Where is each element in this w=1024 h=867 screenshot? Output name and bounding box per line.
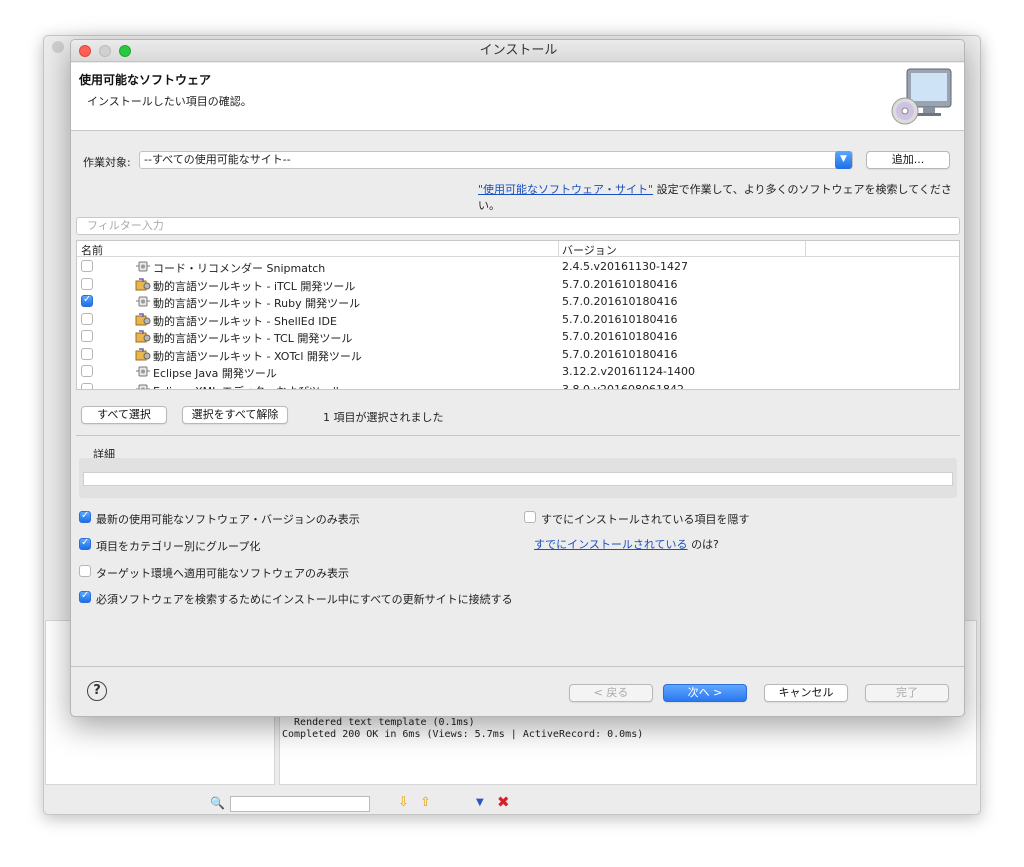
table-header: 名前 バージョン	[77, 241, 959, 258]
arrow-down-icon[interactable]: ⇩	[398, 795, 409, 810]
available-sites-link[interactable]: "使用可能なソフトウェア・サイト"	[478, 183, 653, 196]
bg-search-input[interactable]	[230, 796, 370, 812]
details-text	[83, 472, 953, 486]
row-checkbox[interactable]	[81, 312, 93, 325]
install-computer-icon	[891, 68, 952, 125]
hide-installed-label: すでにインストールされている項目を隠す	[541, 513, 750, 526]
already-installed-link[interactable]: すでにインストールされている	[534, 538, 688, 551]
row-checkbox[interactable]	[81, 260, 93, 272]
latest-only-checkbox[interactable]	[79, 510, 91, 523]
feature-plug-icon	[136, 296, 150, 307]
contact-sites-label: 必須ソフトウェアを検索するためにインストール中にすべての更新サイトに接続する	[96, 593, 513, 606]
row-checkbox[interactable]	[81, 365, 93, 377]
row-checkbox[interactable]	[81, 382, 93, 389]
row-name: 動的言語ツールキット - iTCL 開発ツール	[153, 279, 356, 293]
row-name: 動的言語ツールキット - Ruby 開発ツール	[153, 297, 361, 310]
banner-title: 使用可能なソフトウェア	[79, 73, 212, 87]
software-table[interactable]: 名前 バージョン コード・リコメンダー Snipmatch 2.4.5.v2016…	[76, 240, 960, 390]
selection-status: 1 項目が選択されました	[323, 411, 444, 424]
target-env-checkbox[interactable]	[79, 565, 91, 577]
close-button[interactable]	[79, 45, 91, 57]
feature-package-icon	[135, 347, 151, 360]
help-icon[interactable]: ?	[87, 681, 107, 701]
row-name: コード・リコメンダー Snipmatch	[153, 262, 326, 275]
zoom-button[interactable]	[119, 45, 131, 57]
contact-sites-checkbox[interactable]	[79, 590, 91, 603]
search-icon: 🔍	[210, 796, 225, 810]
work-with-value: --すべての使用可能なサイト--	[144, 153, 291, 166]
row-name: Eclipse XML エディターおよびツール	[153, 383, 342, 390]
installed-question: すでにインストールされている のは?	[534, 536, 719, 552]
feature-package-icon	[135, 277, 151, 290]
row-version: 5.7.0.201610180416	[562, 347, 678, 361]
banner-subtitle: インストールしたい項目の確認。	[87, 95, 252, 108]
feature-plug-icon	[136, 384, 150, 389]
row-checkbox[interactable]	[81, 277, 93, 290]
table-row[interactable]: Eclipse XML エディターおよびツール 3.8.0.v2016080618…	[77, 381, 959, 390]
finish-button[interactable]: 完了	[865, 684, 949, 702]
group-category-label: 項目をカテゴリー別にグループ化	[96, 540, 261, 553]
row-checkbox[interactable]	[81, 294, 93, 307]
divider	[76, 435, 960, 436]
row-version: 3.12.2.v20161124-1400	[562, 365, 695, 378]
column-name-header[interactable]: 名前	[81, 242, 103, 258]
row-version: 2.4.5.v20161130-1427	[562, 260, 688, 273]
table-row[interactable]: Eclipse Java 開発ツール 3.12.2.v20161124-1400	[77, 363, 959, 381]
latest-only-label: 最新の使用可能なソフトウェア・バージョンのみ表示	[96, 513, 360, 526]
row-name: 動的言語ツールキット - ShellEd IDE	[153, 314, 337, 328]
feature-plug-icon	[136, 261, 150, 272]
table-row[interactable]: 動的言語ツールキット - iTCL 開発ツール 5.7.0.20161018041…	[77, 276, 959, 294]
work-with-label: 作業対象:	[83, 156, 131, 169]
row-name: 動的言語ツールキット - XOTcl 開発ツール	[153, 349, 362, 363]
clear-icon[interactable]: ✖	[497, 793, 510, 811]
installed-suffix: のは?	[691, 538, 719, 551]
dialog-title: インストール	[479, 43, 558, 58]
row-version: 5.7.0.201610180416	[562, 330, 678, 343]
back-button[interactable]: < 戻る	[569, 684, 653, 702]
work-with-combo[interactable]: --すべての使用可能なサイト-- ▼	[139, 151, 853, 169]
console-line: Rendered text template (0.1ms)	[282, 717, 475, 728]
bg-close-button	[52, 41, 64, 53]
group-category-checkbox[interactable]	[79, 537, 91, 550]
feature-package-icon	[135, 312, 151, 325]
deselect-all-button[interactable]: 選択をすべて解除	[182, 406, 288, 424]
details-panel	[79, 458, 957, 498]
add-site-button[interactable]: 追加...	[866, 151, 950, 169]
dialog-titlebar: インストール	[71, 40, 964, 62]
next-button[interactable]: 次へ >	[663, 684, 747, 702]
row-version: 3.8.0.v201608061842	[562, 382, 684, 390]
install-dialog: インストール 使用可能なソフトウェア インストールしたい項目の確認。 作業対象:…	[70, 39, 965, 717]
table-row[interactable]: 動的言語ツールキット - XOTcl 開発ツール 5.7.0.2016101804…	[77, 346, 959, 364]
row-version: 5.7.0.201610180416	[562, 295, 678, 308]
row-version: 5.7.0.201610180416	[562, 277, 678, 291]
wizard-banner: 使用可能なソフトウェア インストールしたい項目の確認。	[71, 63, 964, 131]
table-row[interactable]: 動的言語ツールキット - ShellEd IDE 5.7.0.2016101804…	[77, 311, 959, 329]
minimize-button[interactable]	[99, 45, 111, 57]
feature-package-icon	[135, 330, 151, 343]
row-name: 動的言語ツールキット - TCL 開発ツール	[153, 332, 353, 345]
table-row[interactable]: 動的言語ツールキット - Ruby 開発ツール 5.7.0.20161018041…	[77, 293, 959, 311]
row-version: 5.7.0.201610180416	[562, 312, 678, 326]
row-checkbox[interactable]	[81, 330, 93, 342]
row-name: Eclipse Java 開発ツール	[153, 367, 277, 380]
cancel-button[interactable]: キャンセル	[764, 684, 848, 702]
table-row[interactable]: コード・リコメンダー Snipmatch 2.4.5.v20161130-1427	[77, 258, 959, 276]
sites-hint: "使用可能なソフトウェア・サイト" 設定で作業して、より多くのソフトウェアを検索…	[478, 181, 964, 213]
filter-input[interactable]: フィルター入力	[76, 217, 960, 235]
select-all-button[interactable]: すべて選択	[81, 406, 167, 424]
table-row[interactable]: 動的言語ツールキット - TCL 開発ツール 5.7.0.201610180416	[77, 328, 959, 346]
footer-divider	[71, 666, 964, 667]
console-line: Completed 200 OK in 6ms (Views: 5.7ms | …	[282, 729, 644, 740]
hide-installed-checkbox[interactable]	[524, 511, 536, 523]
target-env-label: ターゲット環境へ適用可能なソフトウェアのみ表示	[96, 567, 349, 580]
row-checkbox[interactable]	[81, 347, 93, 360]
chevron-down-icon[interactable]: ▼	[835, 151, 852, 169]
triangle-down-icon[interactable]: ▼	[476, 797, 484, 808]
column-version-header[interactable]: バージョン	[562, 242, 617, 258]
arrow-up-icon[interactable]: ⇧	[420, 795, 431, 810]
feature-plug-icon	[136, 366, 150, 377]
